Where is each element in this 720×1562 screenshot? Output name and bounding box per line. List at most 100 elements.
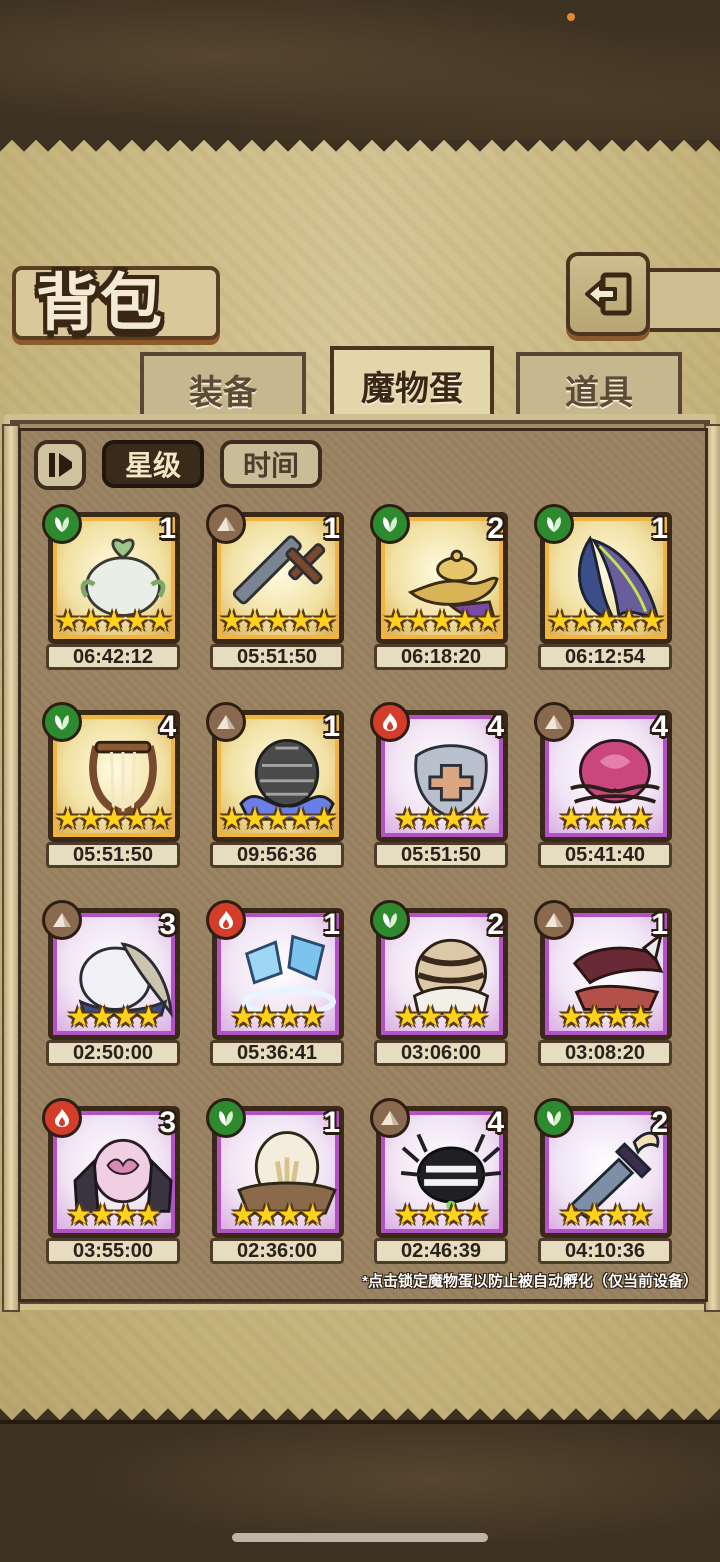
star-icon: ★ (383, 605, 409, 636)
egg-slot[interactable]: ★ ★ ★ ★ 3 02:50:00 (42, 900, 182, 1068)
egg-count: 1 (651, 908, 668, 941)
star-icon: ★ (101, 605, 127, 636)
egg-count: 3 (159, 908, 176, 941)
star-icon: ★ (55, 803, 81, 834)
star-icon: ★ (89, 1001, 115, 1032)
star-rating: ★ ★ ★ ★ (218, 1200, 338, 1230)
egg-slot[interactable]: ★ ★ ★ ★ ★ 4 05:51:50 (42, 702, 182, 870)
star-icon: ★ (219, 803, 245, 834)
star-rating: ★ ★ ★ ★ (382, 1002, 502, 1032)
star-icon: ★ (452, 605, 478, 636)
star-rating: ★ ★ ★ ★ (218, 1002, 338, 1032)
hatch-timer: 04:10:36 (538, 1238, 672, 1264)
star-icon: ★ (628, 1001, 654, 1032)
egg-slot[interactable]: ★ ★ ★ ★ 1 05:36:41 (206, 900, 346, 1068)
star-icon: ★ (581, 803, 607, 834)
star-icon: ★ (277, 1001, 303, 1032)
egg-slot[interactable]: ★ ★ ★ ★ 2 04:10:36 (534, 1098, 674, 1266)
back-button[interactable] (566, 252, 650, 336)
star-rating: ★ ★ ★ ★ (54, 1200, 174, 1230)
egg-slot[interactable]: ★ ★ ★ ★ 1 03:08:20 (534, 900, 674, 1068)
star-icon: ★ (277, 1199, 303, 1230)
star-icon: ★ (265, 803, 291, 834)
egg-count: 2 (487, 908, 504, 941)
leaf-icon (370, 900, 410, 940)
flame-icon (42, 1098, 82, 1138)
egg-slot[interactable]: ★ ★ ★ ★ 4 05:41:40 (534, 702, 674, 870)
star-icon: ★ (124, 803, 150, 834)
egg-slot[interactable]: ★ ★ ★ ★ ★ 1 06:42:12 (42, 504, 182, 672)
star-rating: ★ ★ ★ ★ ★ (54, 804, 174, 834)
leaf-icon (206, 1098, 246, 1138)
hatch-timer: 05:51:50 (210, 644, 344, 670)
sort-by-time-button[interactable]: 时间 (220, 440, 322, 488)
star-icon: ★ (265, 605, 291, 636)
star-rating: ★ ★ ★ ★ ★ (382, 606, 502, 636)
egg-slot[interactable]: ★ ★ ★ ★ ★ 2 06:18:20 (370, 504, 510, 672)
star-icon: ★ (113, 1199, 139, 1230)
star-icon: ★ (89, 1199, 115, 1230)
star-icon: ★ (147, 803, 173, 834)
star-icon: ★ (288, 605, 314, 636)
egg-count: 4 (487, 710, 504, 743)
star-icon: ★ (253, 1001, 279, 1032)
status-indicator-dot (567, 13, 575, 21)
star-icon: ★ (394, 803, 420, 834)
panel-top-edge (0, 140, 720, 164)
egg-count: 2 (487, 512, 504, 545)
egg-count: 4 (487, 1106, 504, 1139)
star-icon: ★ (300, 1001, 326, 1032)
star-rating: ★ ★ ★ ★ (546, 804, 666, 834)
tab-items[interactable]: 道具 (516, 352, 682, 422)
egg-count: 1 (651, 512, 668, 545)
top-map-background (0, 0, 720, 144)
panel-bottom-edge (0, 1396, 720, 1420)
tab-equipment[interactable]: 装备 (140, 352, 306, 422)
star-rating: ★ ★ ★ ★ ★ (54, 606, 174, 636)
star-icon: ★ (230, 1001, 256, 1032)
star-rating: ★ ★ ★ ★ ★ (218, 606, 338, 636)
star-icon: ★ (136, 1199, 162, 1230)
star-icon: ★ (475, 605, 501, 636)
star-icon: ★ (55, 605, 81, 636)
hatch-timer: 05:41:40 (538, 842, 672, 868)
hatch-timer: 09:56:36 (210, 842, 344, 868)
egg-slot[interactable]: ★ ★ ★ ★ 3 03:55:00 (42, 1098, 182, 1266)
sort-order-toggle[interactable] (34, 440, 86, 490)
home-indicator[interactable] (232, 1533, 488, 1542)
flame-icon (370, 702, 410, 742)
egg-slot[interactable]: ★ ★ ★ ★ ★ 1 09:56:36 (206, 702, 346, 870)
hatch-timer: 02:36:00 (210, 1238, 344, 1264)
sort-by-star-button[interactable]: 星级 (102, 440, 204, 488)
star-icon: ★ (242, 605, 268, 636)
hatch-timer: 06:42:12 (46, 644, 180, 670)
star-icon: ★ (605, 1199, 631, 1230)
hatch-timer: 05:51:50 (374, 842, 508, 868)
star-icon: ★ (558, 1001, 584, 1032)
star-rating: ★ ★ ★ ★ ★ (546, 606, 666, 636)
egg-slot[interactable]: ★ ★ ★ ★ 4 02:46:39 (370, 1098, 510, 1266)
tab-monster-eggs[interactable]: 魔物蛋 (330, 346, 494, 424)
leaf-icon (42, 702, 82, 742)
hatch-timer: 05:36:41 (210, 1040, 344, 1066)
hatch-timer: 05:51:50 (46, 842, 180, 868)
star-icon: ★ (136, 1001, 162, 1032)
star-icon: ★ (300, 1199, 326, 1230)
star-icon: ★ (66, 1001, 92, 1032)
hatch-timer: 06:18:20 (374, 644, 508, 670)
star-icon: ★ (464, 1001, 490, 1032)
egg-slot[interactable]: ★ ★ ★ ★ 4 05:51:50 (370, 702, 510, 870)
star-icon: ★ (417, 803, 443, 834)
star-rating: ★ ★ ★ ★ (382, 804, 502, 834)
egg-count: 4 (159, 710, 176, 743)
star-icon: ★ (406, 605, 432, 636)
egg-slot[interactable]: ★ ★ ★ ★ 2 03:06:00 (370, 900, 510, 1068)
egg-count: 1 (323, 512, 340, 545)
star-icon: ★ (547, 605, 573, 636)
egg-slot[interactable]: ★ ★ ★ ★ 1 02:36:00 (206, 1098, 346, 1266)
star-icon: ★ (147, 605, 173, 636)
egg-slot[interactable]: ★ ★ ★ ★ ★ 1 06:12:54 (534, 504, 674, 672)
star-icon: ★ (628, 803, 654, 834)
egg-slot[interactable]: ★ ★ ★ ★ ★ 1 05:51:50 (206, 504, 346, 672)
star-rating: ★ ★ ★ ★ (54, 1002, 174, 1032)
